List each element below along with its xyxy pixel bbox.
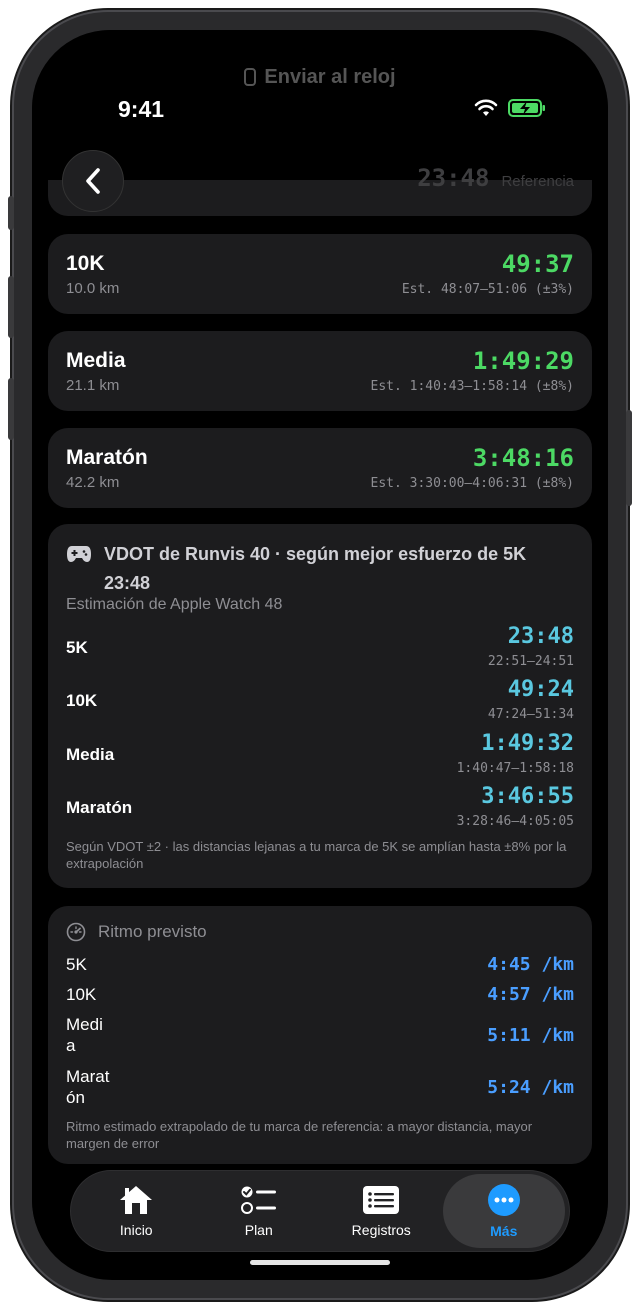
volume-up-button xyxy=(8,276,14,338)
vdot-note: Según VDOT ±2 · las distancias lejanas a… xyxy=(66,839,567,871)
vdot-card: VDOT de Runvis 40 · según mejor esfuerzo… xyxy=(48,524,592,888)
vdot-row-time: 23:48 xyxy=(507,624,574,649)
reference-time: 23:48 xyxy=(417,164,490,192)
vdot-row-range: 3:28:46–4:05:05 xyxy=(456,814,574,829)
race-time: 1:49:29 xyxy=(472,347,574,375)
status-icons xyxy=(474,98,546,118)
pace-card: Ritmo previsto 5K 4:45 /km 10K 4:57 /km … xyxy=(48,906,592,1164)
reference-label: Referencia xyxy=(501,173,574,190)
race-card-10k[interactable]: 10K 10.0 km 49:37 Est. 48:07–51:06 (±3%) xyxy=(48,234,592,314)
race-time: 3:48:16 xyxy=(472,444,574,472)
tab-label: Plan xyxy=(244,1222,273,1238)
vdot-row: Maratón 3:46:55 3:28:46–4:05:05 xyxy=(66,784,574,834)
vdot-row-range: 22:51–24:51 xyxy=(487,654,574,669)
chevron-left-icon xyxy=(86,168,100,194)
tab-registros[interactable]: Registros xyxy=(320,1174,443,1248)
race-name: Media xyxy=(66,349,126,372)
tab-mas[interactable]: Más xyxy=(442,1174,565,1248)
race-card-media[interactable]: Media 21.1 km 1:49:29 Est. 1:40:43–1:58:… xyxy=(48,331,592,411)
header-title: Enviar al reloj xyxy=(32,66,608,89)
pace-row-name: Maratón xyxy=(66,1067,110,1107)
vdot-row-name: 5K xyxy=(66,638,88,657)
gamepad-icon xyxy=(67,546,91,562)
vdot-row-time: 3:46:55 xyxy=(481,784,574,809)
race-distance: 42.2 km xyxy=(66,474,120,491)
race-card-maraton[interactable]: Maratón 42.2 km 3:48:16 Est. 3:30:00–4:0… xyxy=(48,428,592,508)
pace-row-name: 5K xyxy=(66,955,87,974)
house-icon xyxy=(120,1186,153,1214)
vdot-row: 5K 23:48 22:51–24:51 xyxy=(66,624,574,674)
checklist-icon xyxy=(240,1186,276,1214)
pace-row-value: 4:57 /km xyxy=(487,984,574,1005)
race-distance: 10.0 km xyxy=(66,280,120,297)
status-time: 9:41 xyxy=(118,96,165,122)
race-time: 49:37 xyxy=(501,250,574,278)
power-button xyxy=(626,410,632,506)
tab-plan[interactable]: Plan xyxy=(198,1174,321,1248)
race-name: Maratón xyxy=(66,446,148,469)
home-indicator[interactable] xyxy=(250,1260,390,1265)
tab-label: Inicio xyxy=(119,1222,153,1238)
vdot-header: VDOT de Runvis 40 · según mejor esfuerzo… xyxy=(66,540,574,598)
vdot-row-time: 49:24 xyxy=(507,677,574,702)
pace-header: Ritmo previsto xyxy=(66,922,207,942)
tab-inicio[interactable]: Inicio xyxy=(75,1174,198,1248)
vdot-row: 10K 49:24 47:24–51:34 xyxy=(66,677,574,727)
action-button xyxy=(8,196,14,230)
race-name: 10K xyxy=(66,252,105,275)
pace-row-value: 4:45 /km xyxy=(487,954,574,975)
vdot-row-name: 10K xyxy=(66,691,98,710)
vdot-row-range: 47:24–51:34 xyxy=(487,707,574,722)
race-estimate: Est. 3:30:00–4:06:31 (±8%) xyxy=(370,476,575,491)
pace-note: Ritmo estimado extrapolado de tu marca d… xyxy=(66,1119,533,1151)
pace-title: Ritmo previsto xyxy=(98,922,207,941)
list-icon xyxy=(363,1186,400,1214)
vdot-row-time: 1:49:32 xyxy=(481,731,574,756)
battery-charging-icon xyxy=(508,99,545,117)
watch-icon xyxy=(244,68,257,86)
race-estimate: Est. 1:40:43–1:58:14 (±8%) xyxy=(370,379,575,394)
vdot-title: VDOT de Runvis 40 · según mejor esfuerzo… xyxy=(104,544,527,593)
tab-bar: Inicio Plan Registros Más xyxy=(70,1170,570,1252)
more-icon xyxy=(487,1184,520,1216)
back-button[interactable] xyxy=(62,150,124,212)
tab-label: Registros xyxy=(351,1222,411,1238)
pace-row-name: 10K xyxy=(66,985,97,1004)
pace-row-value: 5:24 /km xyxy=(487,1077,574,1098)
wifi-icon xyxy=(474,99,498,116)
volume-down-button xyxy=(8,378,14,440)
speedometer-icon xyxy=(66,922,86,942)
vdot-row-name: Media xyxy=(66,745,115,764)
vdot-row: Media 1:49:32 1:40:47–1:58:18 xyxy=(66,731,574,781)
tab-label: Más xyxy=(490,1223,518,1239)
vdot-subtitle: Estimación de Apple Watch 48 xyxy=(66,596,283,613)
vdot-row-range: 1:40:47–1:58:18 xyxy=(456,761,574,776)
vdot-row-name: Maratón xyxy=(66,798,133,817)
pace-row-value: 5:11 /km xyxy=(487,1025,574,1046)
race-distance: 21.1 km xyxy=(66,377,120,394)
send-to-watch-label: Enviar al reloj xyxy=(264,66,396,88)
screen: Enviar al reloj 9:41 23:48 Referencia 10… xyxy=(32,30,608,1278)
race-estimate: Est. 48:07–51:06 (±3%) xyxy=(401,282,574,297)
reference-row: 23:48 Referencia xyxy=(417,164,574,192)
pace-row-name: Media xyxy=(66,1015,103,1055)
